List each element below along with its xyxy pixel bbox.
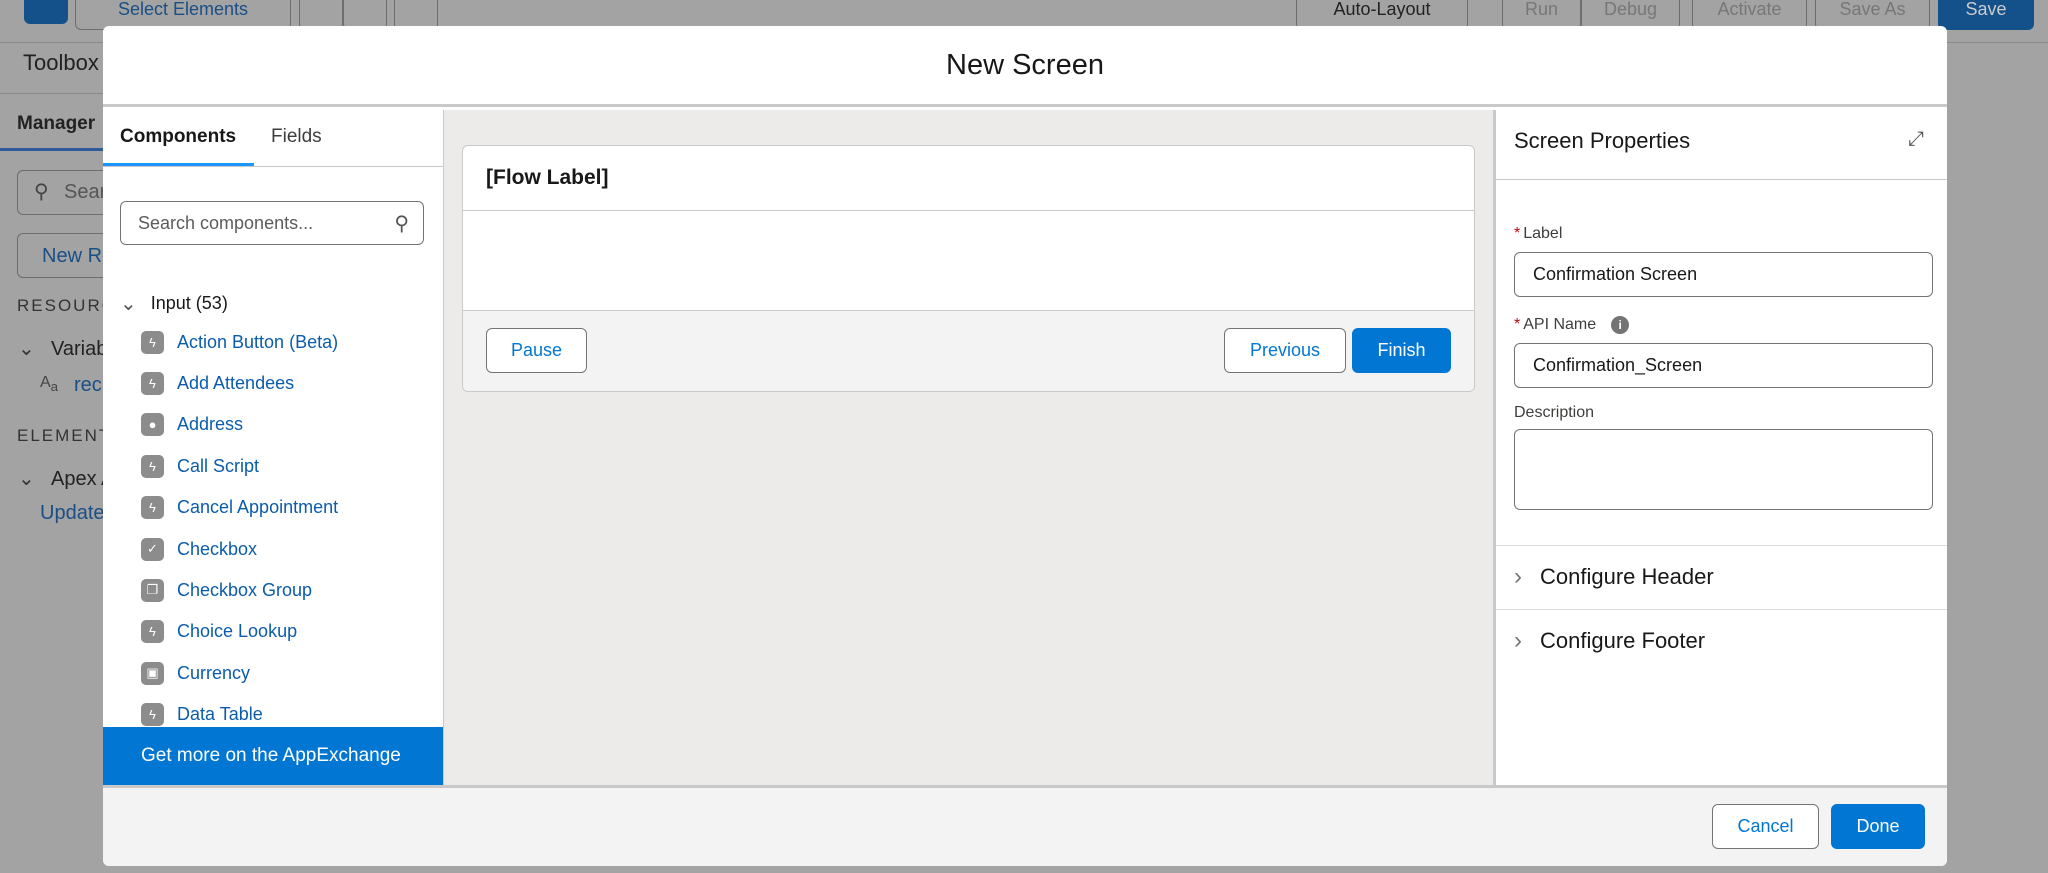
component-item[interactable]: ϟ Data Table [141, 700, 263, 730]
component-item[interactable]: ϟ Add Attendees [141, 368, 294, 398]
component-item[interactable]: ϟ Choice Lookup [141, 617, 297, 647]
component-item[interactable]: ϟ Call Script [141, 451, 259, 481]
components-panel: Components Fields Search components... ⚲… [103, 110, 444, 785]
screen-canvas: [Flow Label] Pause Previous Finish [444, 110, 1493, 785]
done-button[interactable]: Done [1831, 804, 1925, 849]
component-label: Data Table [177, 704, 263, 725]
manager-tab[interactable]: Manager [17, 113, 95, 135]
modal-title: New Screen [946, 48, 1104, 81]
app-menu-button[interactable] [24, 0, 68, 24]
chevron-right-icon: › [1514, 627, 1522, 654]
variable-item[interactable]: rec [74, 374, 102, 397]
component-search-input[interactable]: Search components... ⚲ [120, 201, 424, 245]
required-indicator: * [1514, 316, 1521, 333]
flow-label: [Flow Label] [486, 166, 609, 189]
search-icon: ⚲ [394, 213, 409, 235]
info-icon[interactable]: i [1611, 316, 1630, 334]
api-name-input[interactable]: Confirmation_Screen [1514, 343, 1933, 388]
text-variable-icon: Aa [40, 374, 59, 395]
toolbox-title: Toolbox [23, 50, 99, 75]
component-label: Action Button (Beta) [177, 331, 339, 352]
modal-footer: Cancel Done [103, 785, 1947, 866]
label-field-label: * Label [1514, 225, 1563, 242]
required-indicator: * [1514, 225, 1521, 242]
lightning-icon: ϟ [141, 330, 164, 354]
properties-divider [1496, 179, 1947, 180]
component-label: Cancel Appointment [177, 497, 339, 518]
cancel-button[interactable]: Cancel [1712, 804, 1819, 849]
component-item[interactable]: ✓ Checkbox [141, 534, 257, 564]
component-label: Add Attendees [177, 372, 295, 393]
configure-header-section[interactable]: › Configure Header [1496, 545, 1947, 608]
lightning-icon: ϟ [141, 454, 164, 478]
component-item[interactable]: ϟ Cancel Appointment [141, 493, 338, 523]
check-icon: ✓ [141, 537, 164, 561]
previous-button[interactable]: Previous [1224, 328, 1346, 373]
currency-icon: ▣ [141, 661, 164, 685]
input-group-header[interactable]: ⌄ Input (53) [120, 291, 228, 316]
screen-preview[interactable]: [Flow Label] Pause Previous Finish [462, 145, 1475, 392]
finish-button[interactable]: Finish [1352, 328, 1451, 373]
screen-properties-panel: Screen Properties ⤢ * Label Confirmation … [1493, 110, 1947, 785]
update-item[interactable]: Update [40, 502, 105, 525]
lightning-icon: ϟ [141, 496, 164, 520]
description-textarea[interactable] [1514, 429, 1933, 510]
lightning-icon: ϟ [141, 703, 164, 727]
checkbox-group-icon: ❐ [141, 578, 164, 602]
chevron-down-icon[interactable]: ⌄ [18, 336, 35, 361]
save-button[interactable]: Save [1938, 0, 2034, 30]
resource-search-placeholder: Sear [64, 181, 107, 203]
manager-tab-underline [0, 148, 105, 151]
elements-heading: ELEMENT [17, 426, 112, 445]
component-label: Call Script [177, 455, 260, 476]
location-icon: ● [141, 413, 164, 437]
tab-active-indicator [103, 163, 254, 166]
label-input[interactable]: Confirmation Screen [1514, 252, 1933, 297]
component-item[interactable]: ϟ Action Button (Beta) [141, 327, 338, 357]
search-placeholder: Search components... [138, 212, 314, 233]
search-icon: ⚲ [34, 181, 49, 203]
appexchange-label: Get more on the AppExchange [141, 745, 401, 766]
modal-header: New Screen [103, 26, 1947, 107]
component-item[interactable]: ▣ Currency [141, 658, 250, 688]
lightning-icon: ϟ [141, 371, 164, 395]
panel-tabs: Components Fields [103, 110, 443, 167]
tab-fields[interactable]: Fields [271, 126, 322, 148]
component-item[interactable]: ❐ Checkbox Group [141, 575, 312, 605]
component-item[interactable]: ● Address [141, 410, 243, 440]
configure-footer-section[interactable]: › Configure Footer [1496, 609, 1947, 672]
component-label: Checkbox Group [177, 579, 313, 600]
component-label: Checkbox [177, 538, 258, 559]
new-screen-modal: New Screen Components Fields Search comp… [103, 26, 1947, 866]
lightning-icon: ϟ [141, 620, 164, 644]
api-name-field-label: * API Name i [1514, 316, 1630, 334]
configure-header-label: Configure Header [1540, 564, 1714, 589]
component-label: Address [177, 414, 244, 435]
expand-icon[interactable]: ⤢ [1908, 128, 1924, 151]
chevron-down-icon[interactable]: ⌄ [18, 466, 35, 491]
properties-title: Screen Properties [1514, 128, 1691, 153]
header-divider [463, 210, 1474, 211]
toolbox-divider [0, 93, 110, 94]
resources-heading: RESOURC [17, 296, 117, 315]
configure-footer-label: Configure Footer [1540, 628, 1706, 653]
component-label: Choice Lookup [177, 621, 298, 642]
tab-components[interactable]: Components [120, 126, 236, 148]
component-label: Currency [177, 662, 251, 683]
group-label: Input (53) [150, 293, 228, 313]
variables-group[interactable]: Variab [51, 338, 107, 361]
description-field-label: Description [1514, 404, 1595, 421]
appexchange-link[interactable]: Get more on the AppExchange [103, 727, 443, 785]
chevron-right-icon: › [1514, 563, 1522, 590]
pause-button[interactable]: Pause [486, 328, 587, 373]
chevron-down-icon: ⌄ [120, 293, 137, 315]
